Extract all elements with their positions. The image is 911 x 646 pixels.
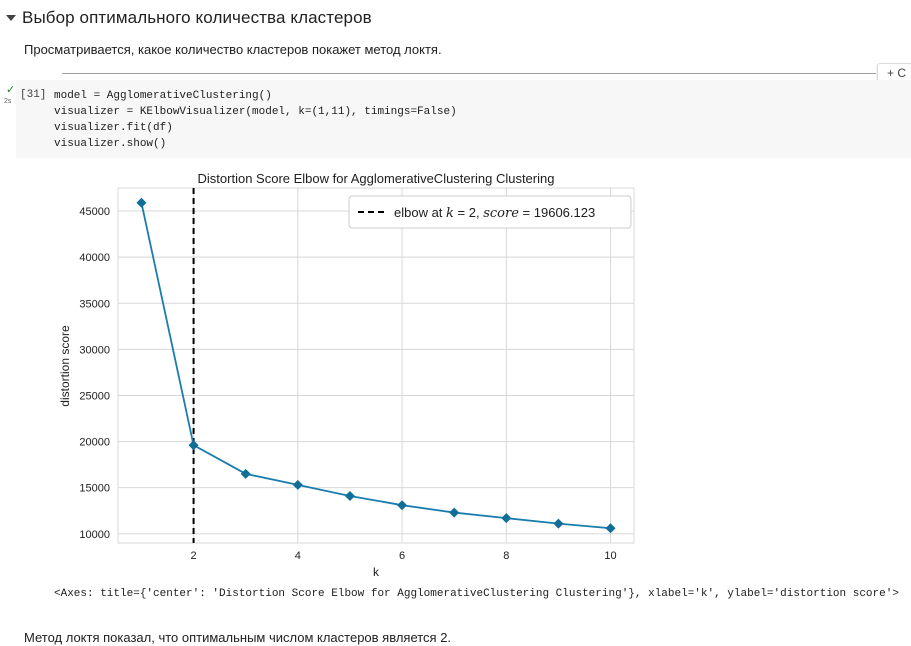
chart-title: Distortion Score Elbow for Agglomerative… (198, 171, 555, 186)
x-axis-label: k (373, 565, 380, 579)
y-tick-label: 20000 (79, 437, 110, 449)
y-tick-label: 35000 (79, 298, 110, 310)
cell-divider (62, 73, 876, 74)
y-tick-label: 45000 (79, 206, 110, 218)
x-tick-label: 4 (295, 550, 301, 562)
y-tick-label: 15000 (79, 483, 110, 495)
axes-repr-output: <Axes: title={'center': 'Distortion Scor… (54, 588, 899, 600)
code-editor[interactable]: model = AgglomerativeClustering() visual… (54, 88, 457, 152)
code-line: visualizer.fit(df) (54, 122, 173, 134)
y-tick-label: 10000 (79, 529, 110, 541)
legend-label: elbow at k = 2, score = 19606.123 (394, 205, 595, 221)
exec-count[interactable]: [31] (20, 89, 46, 101)
code-line: visualizer.show() (54, 138, 167, 150)
legend: elbow at k = 2, score = 19606.123 (348, 195, 632, 229)
code-line: model = AgglomerativeClustering() (54, 90, 272, 102)
section-header: Выбор оптимального количества кластеров (0, 6, 372, 30)
y-axis-label: distortion score (58, 325, 72, 407)
conclusion-text: Метод локтя показал, что оптимальным чис… (24, 630, 452, 645)
x-tick-label: 6 (399, 550, 405, 562)
check-icon: ✓ (6, 83, 16, 96)
x-tick-label: 8 (503, 550, 509, 562)
y-tick-label: 30000 (79, 344, 110, 356)
plot-area (117, 187, 635, 544)
intro-text: Просматривается, какое количество класте… (24, 42, 442, 57)
code-cell[interactable]: model = AgglomerativeClustering() visual… (16, 80, 911, 158)
x-tick-label: 2 (191, 550, 197, 562)
y-tick-label: 25000 (79, 390, 110, 402)
code-line: visualizer = KElbowVisualizer(model, k=(… (54, 106, 457, 118)
x-tick-label: 10 (604, 550, 616, 562)
exec-time: 2s (4, 98, 12, 105)
collapse-caret-icon[interactable] (3, 10, 19, 26)
elbow-chart: 2 4 6 8 10 10000 15000 20000 25000 30000 35000 400… (58, 171, 635, 579)
section-title: Выбор оптимального количества кластеров (22, 8, 372, 27)
y-tick-label: 40000 (79, 252, 110, 264)
